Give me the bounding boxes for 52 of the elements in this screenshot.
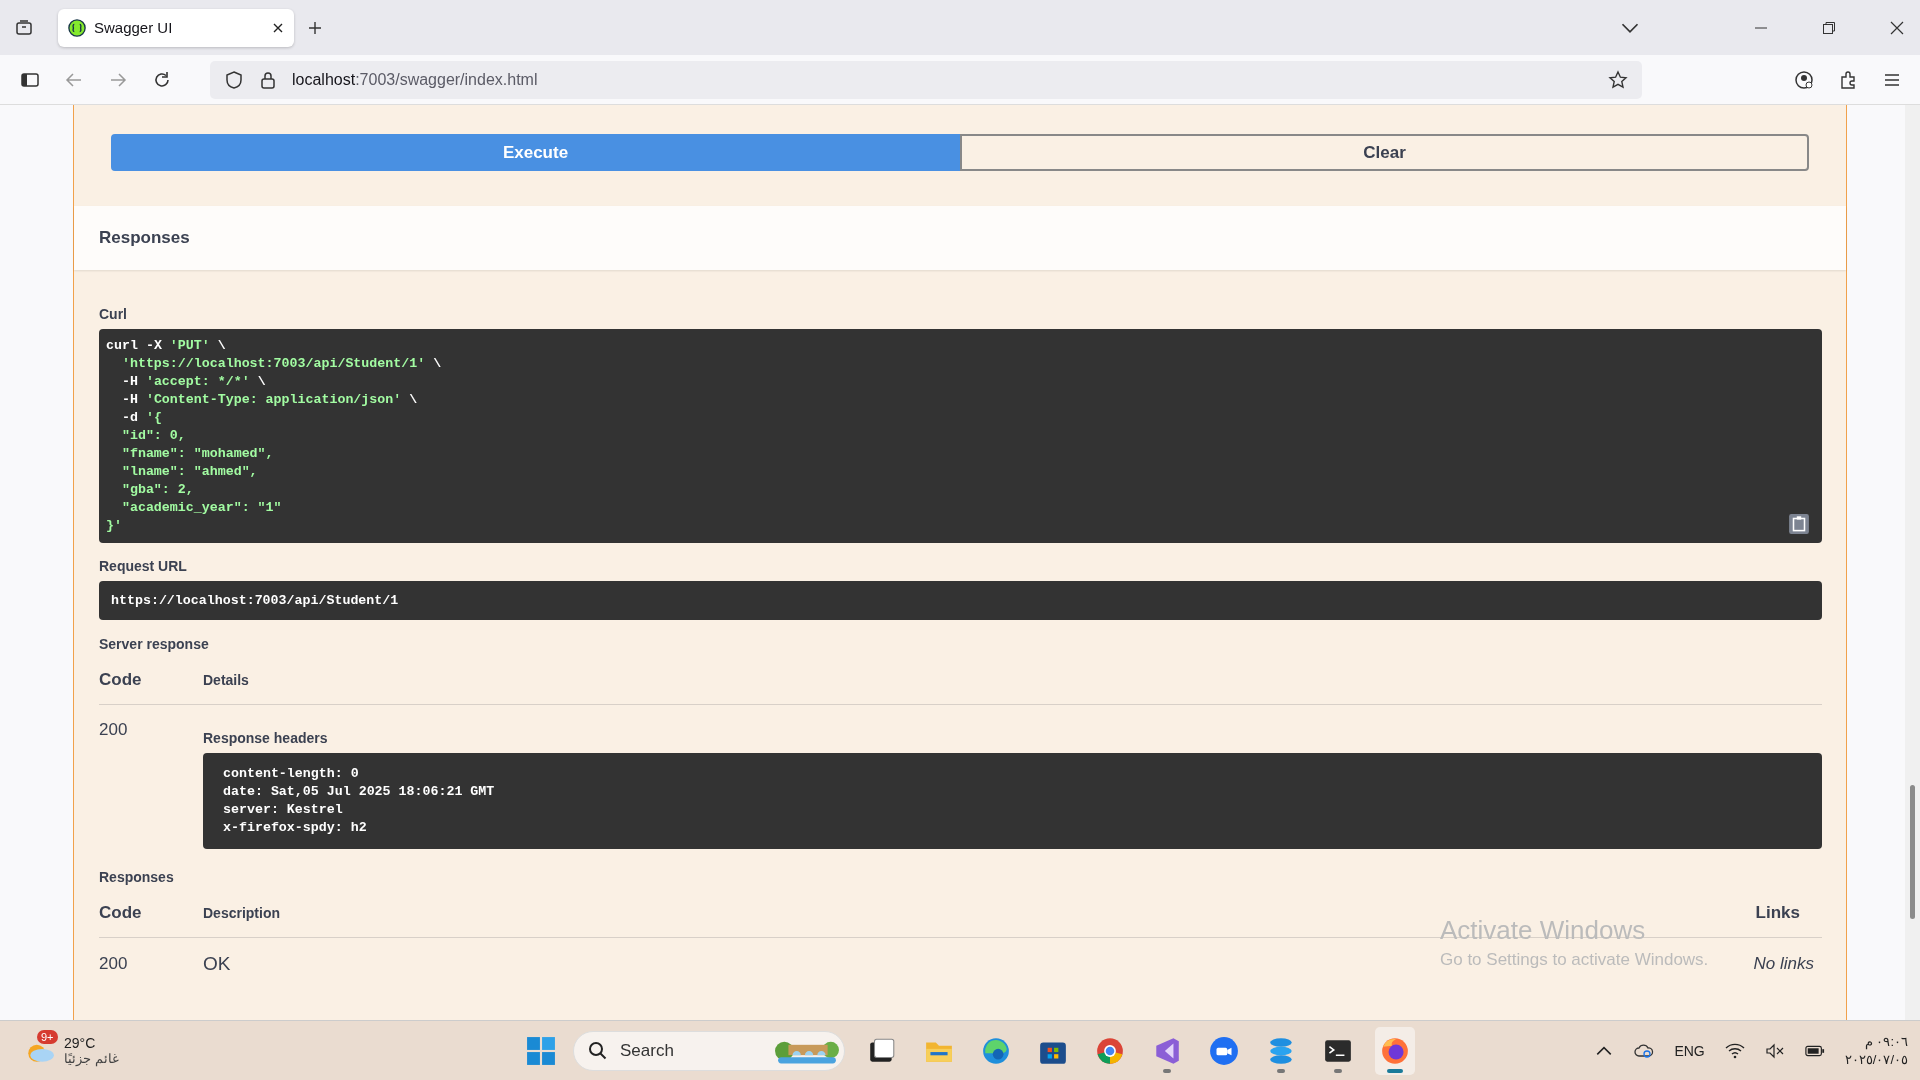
- activation-title: Activate Windows: [1440, 915, 1647, 946]
- scrollbar[interactable]: [1905, 105, 1920, 1020]
- request-url: https://localhost:7003/api/Student/1: [99, 581, 1822, 620]
- status-code: 200: [99, 954, 129, 974]
- section-title: Responses: [99, 228, 190, 248]
- app-icon: [1209, 1035, 1239, 1066]
- response-description: OK: [203, 953, 231, 975]
- address-bar[interactable]: localhost:7003/swagger/index.html: [210, 60, 1642, 99]
- links-text: No links: [1753, 954, 1814, 974]
- copy-icon[interactable]: [1788, 513, 1810, 535]
- clock[interactable]: ٠٩:٠٦ م ٢٠٢٥/٠٧/٠٥: [1844, 1032, 1908, 1069]
- speaker-muted-icon[interactable]: [1764, 1041, 1785, 1060]
- taskbar-search[interactable]: Search: [573, 1030, 845, 1071]
- temperature: 29°C: [64, 1035, 97, 1051]
- tab-list-icon[interactable]: [14, 17, 34, 38]
- reload-icon[interactable]: [152, 69, 172, 90]
- language-indicator[interactable]: ENG: [1674, 1042, 1705, 1059]
- close-icon[interactable]: [272, 21, 284, 34]
- app-icon: [981, 1035, 1011, 1066]
- star-icon[interactable]: [1608, 69, 1628, 90]
- start-icon[interactable]: [526, 1035, 556, 1066]
- response-headers-label: Response headers: [203, 730, 329, 746]
- wifi-icon[interactable]: [1724, 1041, 1745, 1060]
- code-block: curl -X 'PUT' \ 'https://localhost:7003/api/Student/1' \ -H 'accept: */*' \ -H 'Content-Type: application/json' \ -d '{ "id": 0, "fname": "mohamed", "lname": "ahmed", "gba": 2, "academic_year": "1" }': [99, 329, 1822, 543]
- lock-icon: [258, 69, 278, 90]
- clear-button[interactable]: Clear: [960, 134, 1809, 171]
- browser-tab[interactable]: Swagger UI: [58, 8, 294, 47]
- new-tab-icon[interactable]: [308, 20, 322, 35]
- search-icon: [588, 1040, 608, 1061]
- weather-condition: غائم جزئيًا: [64, 1051, 119, 1066]
- scrollbar-thumb[interactable]: [1910, 785, 1915, 919]
- restore-icon[interactable]: [1822, 20, 1836, 35]
- column-header: Details: [203, 672, 249, 688]
- column-header: Links: [1755, 903, 1800, 923]
- request-url-label: Request URL: [99, 558, 188, 574]
- swagger-logo-icon: [68, 18, 86, 37]
- app-icon: [1095, 1035, 1125, 1066]
- account-icon[interactable]: [1794, 69, 1814, 90]
- activation-text: Go to Settings to activate Windows.: [1440, 950, 1709, 970]
- column-header: Code: [99, 903, 143, 923]
- extensions-icon[interactable]: [1838, 69, 1858, 90]
- close-icon[interactable]: [1890, 20, 1904, 35]
- status-code: 200: [99, 720, 129, 741]
- column-header: Code: [99, 670, 143, 690]
- response-headers: content-length: 0 date: Sat,05 Jul 2025 18:06:21 GMT server: Kestrel x-firefox-spdy: h2: [203, 753, 1822, 849]
- shield-icon: [224, 69, 244, 90]
- server-response-label: Server response: [99, 636, 210, 652]
- responses-label: Responses: [99, 869, 175, 885]
- app-icon: [1380, 1035, 1410, 1066]
- column-header: Description: [203, 905, 281, 921]
- curl-label: Curl: [99, 306, 128, 322]
- notification-badge: 9+: [37, 1029, 58, 1044]
